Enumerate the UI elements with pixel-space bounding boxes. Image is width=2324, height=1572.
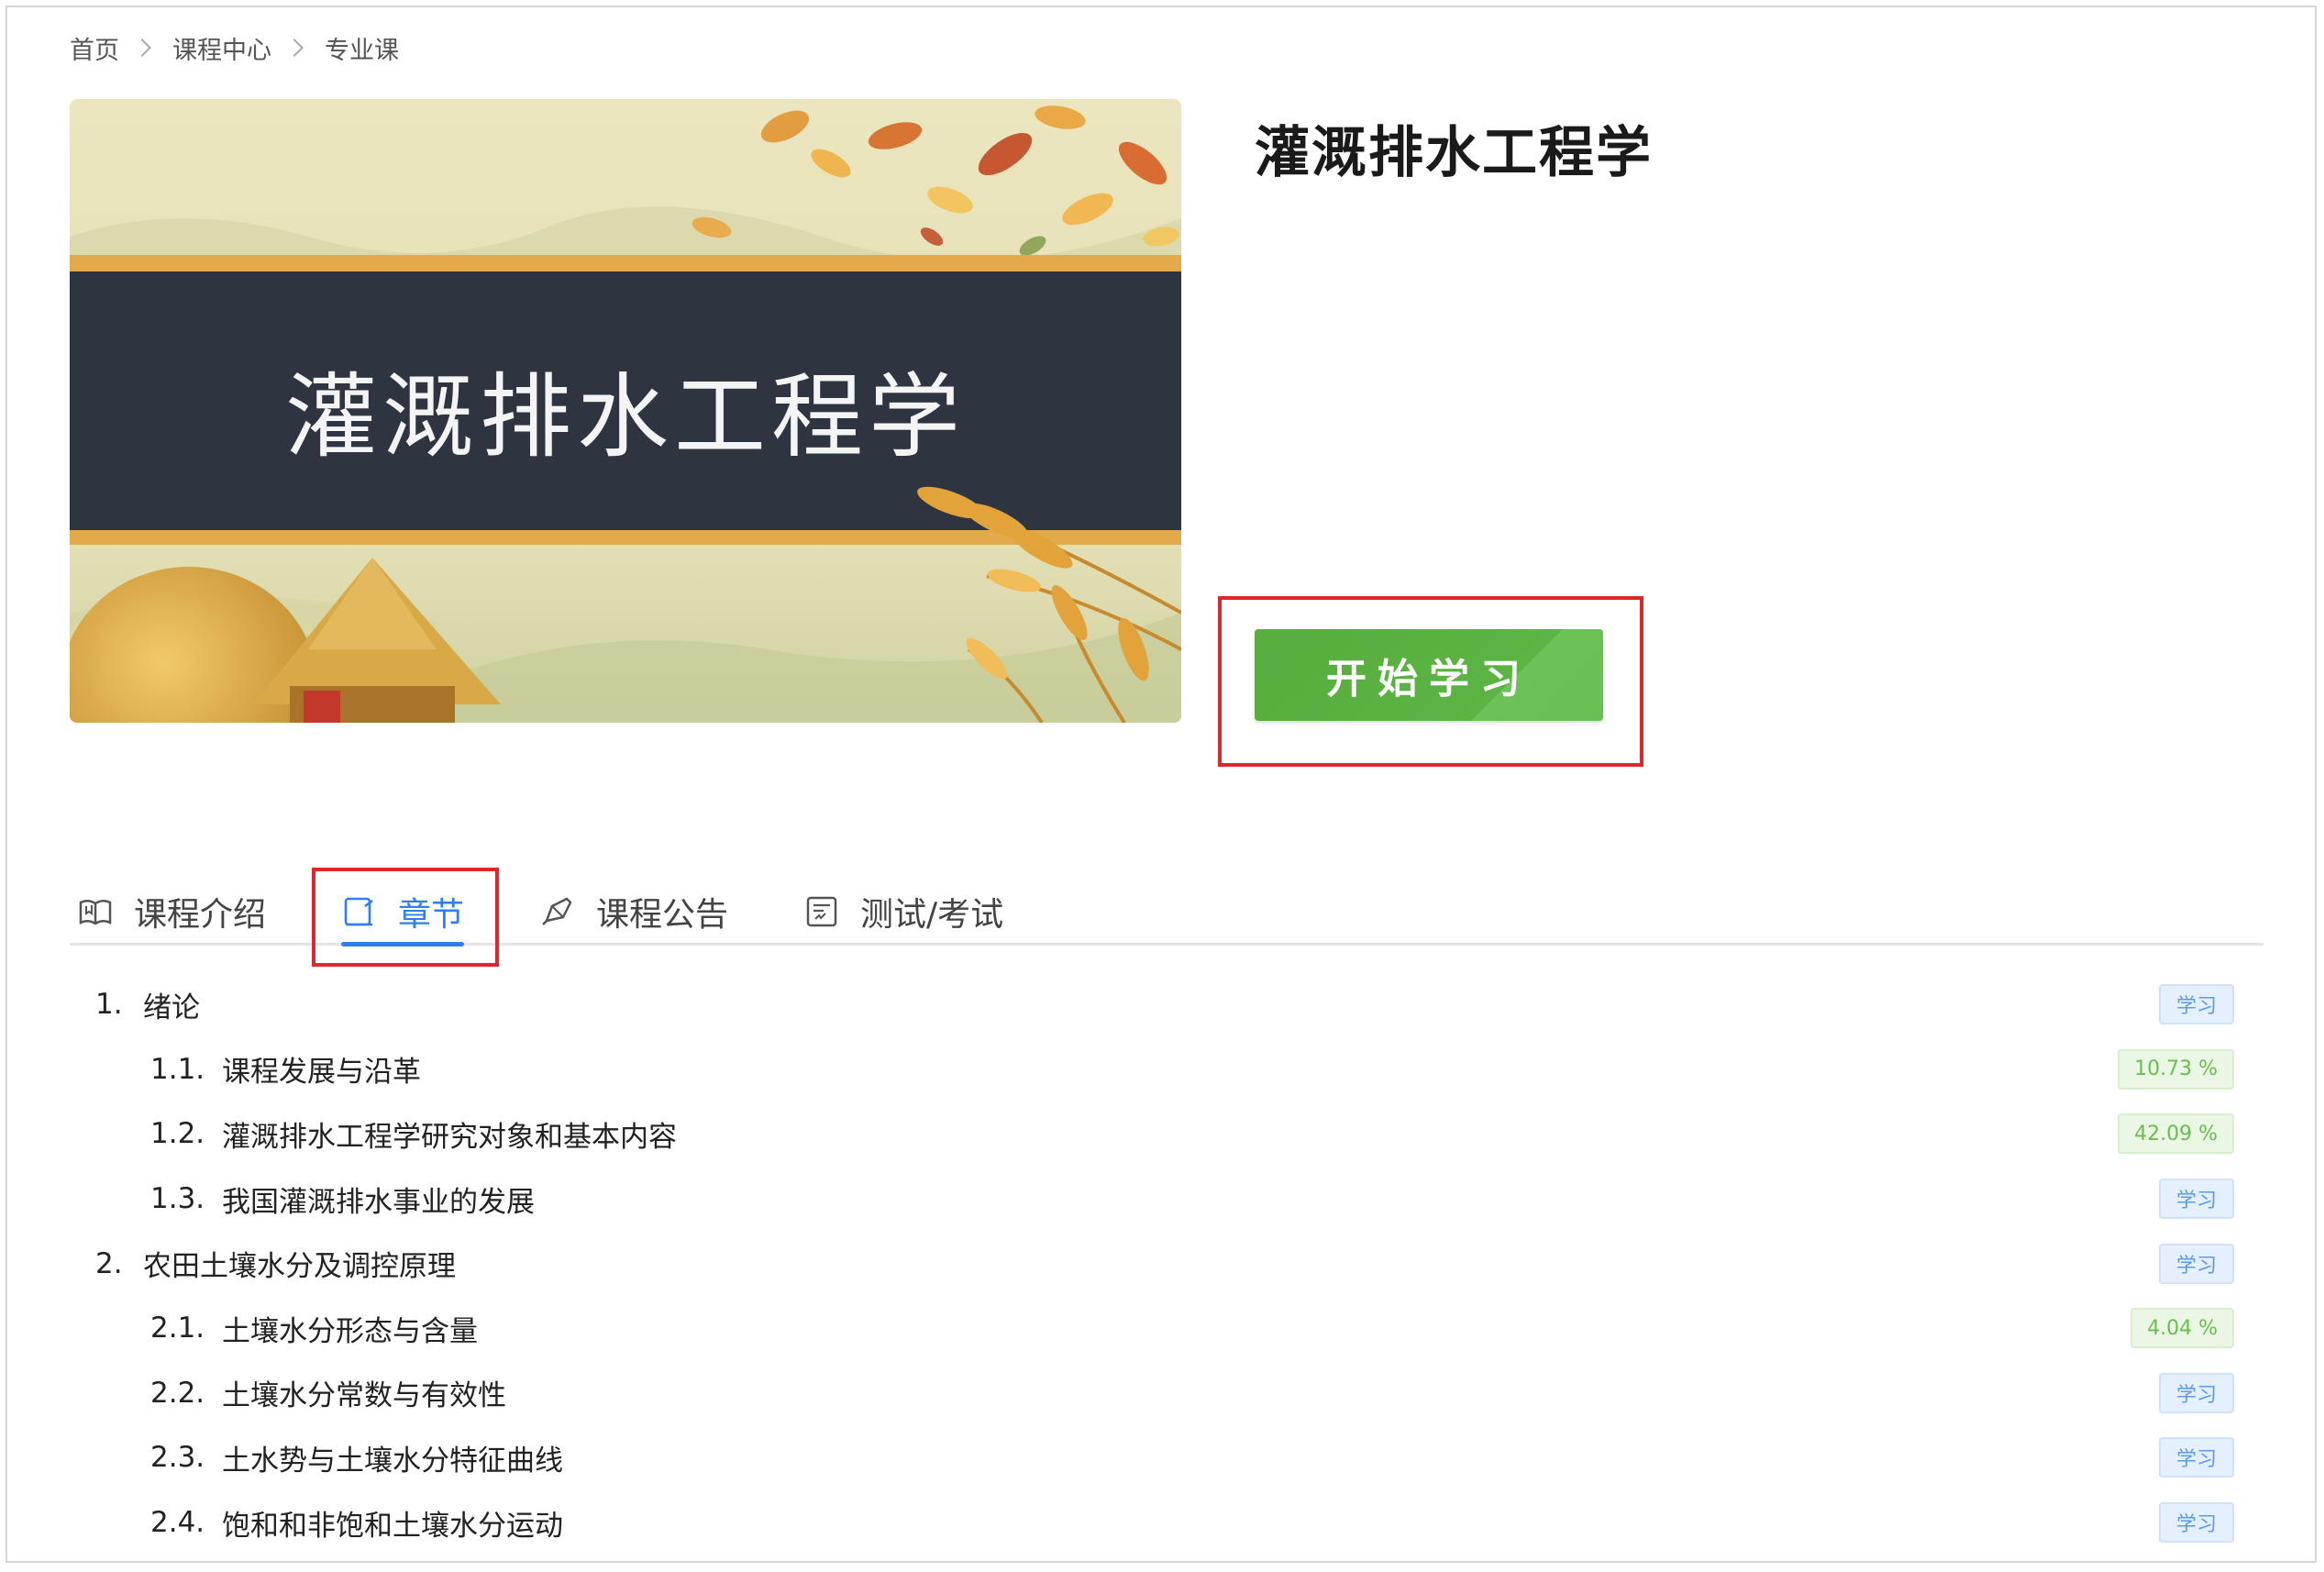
section-number: 2.1. (150, 1312, 205, 1345)
section-title: 灌溉排水工程学研究对象和基本内容 (222, 1120, 677, 1154)
section-row[interactable]: 2.1. 土壤水分形态与含量 4.04 % (70, 1296, 2234, 1361)
learn-button[interactable]: 学习 (2159, 1502, 2234, 1544)
learn-button[interactable]: 学习 (2159, 1243, 2234, 1284)
section-row[interactable]: 2.2. 土壤水分常数与有效性 学习 (70, 1361, 2234, 1426)
chapter-title: 绪论 (143, 991, 200, 1024)
chapter-number: 2. (95, 1246, 123, 1280)
breadcrumb-professional[interactable]: 专业课 (325, 30, 399, 66)
chapter-row[interactable]: 1. 绪论 学习 (70, 972, 2234, 1037)
highlight-chapters-tab (312, 868, 499, 967)
cover-title: 灌溉排水工程学 (285, 363, 966, 470)
learn-button[interactable]: 学习 (2159, 984, 2234, 1025)
breadcrumb-course-center[interactable]: 课程中心 (172, 30, 271, 66)
tab-course-notice[interactable]: 课程公告 (539, 880, 728, 943)
chevron-right-icon (133, 39, 151, 57)
section-row[interactable]: 1.3. 我国灌溉排水事业的发展 学习 (70, 1167, 2234, 1232)
tab-label: 课程公告 (596, 896, 729, 934)
section-number: 1.2. (150, 1117, 205, 1151)
megaphone-icon (539, 893, 576, 930)
chapter-number: 1. (95, 988, 123, 1022)
chapter-title: 农田土壤水分及调控原理 (143, 1250, 456, 1284)
section-number: 1.3. (150, 1182, 205, 1216)
section-row[interactable]: 2.3. 土水势与土壤水分特征曲线 学习 (70, 1425, 2234, 1490)
chevron-right-icon (285, 39, 304, 57)
tab-label: 课程介绍 (134, 896, 267, 934)
section-title: 土壤水分形态与含量 (222, 1314, 478, 1348)
learn-button[interactable]: 学习 (2159, 1179, 2234, 1220)
section-title: 饱和和非饱和土壤水分运动 (222, 1509, 563, 1543)
learn-button[interactable]: 学习 (2159, 1372, 2234, 1413)
section-row[interactable]: 1.1. 课程发展与沿革 10.73 % (70, 1037, 2234, 1102)
section-title: 土壤水分常数与有效性 (222, 1379, 506, 1413)
chapter-row[interactable]: 2. 农田土壤水分及调控原理 学习 (70, 1231, 2234, 1296)
breadcrumb-home[interactable]: 首页 (70, 30, 119, 66)
section-number: 2.3. (150, 1441, 205, 1475)
section-row[interactable]: 1.2. 灌溉排水工程学研究对象和基本内容 42.09 % (70, 1102, 2234, 1167)
tab-course-intro[interactable]: 课程介绍 (77, 880, 266, 943)
book-icon (77, 893, 114, 930)
section-row[interactable]: 2.4. 饱和和非饱和土壤水分运动 学习 (70, 1490, 2234, 1555)
highlight-start-button (1218, 596, 1643, 767)
section-number: 1.1. (150, 1052, 205, 1086)
section-title: 土水势与土壤水分特征曲线 (222, 1444, 563, 1478)
course-title: 灌溉排水工程学 (1255, 121, 1653, 185)
tab-label: 测试/考试 (860, 896, 1004, 934)
progress-badge[interactable]: 10.73 % (2118, 1048, 2234, 1090)
breadcrumb: 首页 课程中心 专业课 (70, 28, 399, 68)
chapter-list: 1. 绪论 学习 1.1. 课程发展与沿革 10.73 % 1.2. 灌溉排水工… (70, 972, 2234, 1555)
course-cover-image: 灌溉排水工程学 (70, 99, 1181, 723)
learn-button[interactable]: 学习 (2159, 1437, 2234, 1478)
exam-icon (803, 893, 840, 930)
progress-badge[interactable]: 4.04 % (2130, 1308, 2234, 1349)
section-number: 2.2. (150, 1376, 205, 1410)
section-title: 我国灌溉排水事业的发展 (222, 1185, 535, 1219)
section-number: 2.4. (150, 1506, 205, 1540)
section-title: 课程发展与沿革 (222, 1056, 421, 1090)
progress-badge[interactable]: 42.09 % (2118, 1113, 2234, 1155)
tab-test-exam[interactable]: 测试/考试 (803, 880, 1003, 943)
